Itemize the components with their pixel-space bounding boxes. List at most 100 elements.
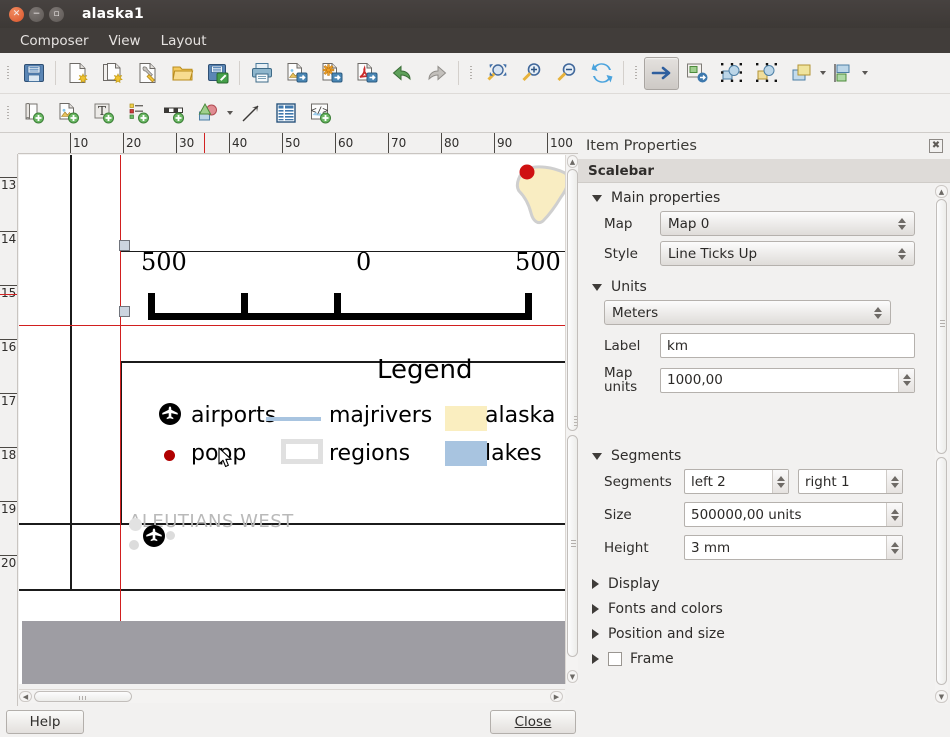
add-image-icon	[57, 101, 81, 125]
zoom-out-button[interactable]	[549, 57, 584, 90]
units-combobox[interactable]: Meters	[604, 300, 891, 325]
chevron-updown-icon[interactable]	[871, 307, 885, 319]
spinner-buttons[interactable]	[886, 470, 902, 493]
save-project-button[interactable]	[16, 57, 51, 90]
section-segments[interactable]: Segments	[592, 448, 936, 464]
help-button[interactable]: Help	[6, 710, 84, 734]
section-title: Display	[608, 576, 660, 592]
label-input[interactable]: km	[660, 333, 915, 358]
section-units[interactable]: Units	[592, 279, 936, 295]
section-display[interactable]: Display	[592, 576, 936, 592]
add-label-button[interactable]: T	[86, 97, 121, 130]
add-arrow-button[interactable]	[233, 97, 268, 130]
zoom-in-button[interactable]	[514, 57, 549, 90]
add-scalebar-button[interactable]	[156, 97, 191, 130]
map-combobox[interactable]: Map 0	[660, 211, 915, 236]
spinner-buttons[interactable]	[886, 536, 902, 559]
legend-item[interactable]: Legend airports majrivers alaska	[125, 355, 565, 485]
add-shape-button[interactable]	[191, 97, 226, 130]
window-maximize-button[interactable]: ▫	[49, 7, 64, 22]
segments-left-spinbox[interactable]: left 2	[684, 469, 789, 494]
zoom-full-button[interactable]	[479, 57, 514, 90]
chevron-right-icon[interactable]	[592, 579, 599, 589]
chevron-down-icon[interactable]	[592, 284, 602, 291]
legend-label-regions: regions	[329, 441, 410, 466]
group-items-button[interactable]	[714, 57, 749, 90]
move-item-content-button[interactable]	[679, 57, 714, 90]
add-legend-button[interactable]	[121, 97, 156, 130]
composer-page[interactable]: 500 0 500 Legend	[19, 155, 565, 684]
window-minimize-button[interactable]: −	[29, 7, 44, 22]
scrollbar-thumb[interactable]	[34, 691, 132, 702]
dock-vertical-scrollbar[interactable]: ▲ ▼	[935, 185, 948, 704]
add-new-map-button[interactable]	[16, 97, 51, 130]
duplicate-composer-button[interactable]	[95, 57, 130, 90]
add-html-frame-button[interactable]: </>	[303, 97, 338, 130]
floppy-pencil-icon	[206, 61, 230, 85]
toolbar-grip[interactable]	[632, 62, 641, 84]
scrollbar-thumb[interactable]	[936, 457, 947, 685]
segments-right-spinbox[interactable]: right 1	[798, 469, 903, 494]
chevron-down-icon[interactable]	[592, 195, 602, 202]
toolbar-grip[interactable]	[4, 102, 13, 124]
redo-button[interactable]	[419, 57, 454, 90]
export-as-pdf-button[interactable]	[349, 57, 384, 90]
align-items-button[interactable]	[826, 57, 861, 90]
map-units-spinbox[interactable]: 1000,00	[660, 368, 915, 393]
scroll-up-arrow[interactable]: ▲	[935, 185, 948, 198]
section-fonts-and-colors[interactable]: Fonts and colors	[592, 601, 936, 617]
scalebar-tick	[148, 293, 155, 315]
section-main-properties[interactable]: Main properties	[592, 190, 936, 206]
scrollbar-thumb-upper[interactable]	[936, 199, 947, 454]
spinner-buttons[interactable]	[898, 369, 914, 392]
scalebar-item[interactable]: 500 0 500	[123, 248, 541, 328]
window-close-button[interactable]: ✕	[9, 7, 24, 22]
chevron-updown-icon[interactable]	[895, 248, 909, 260]
selection-handle-bottom-left[interactable]	[119, 306, 130, 317]
selection-handle-top-left[interactable]	[119, 240, 130, 251]
composer-manager-button[interactable]	[130, 57, 165, 90]
menu-item-view[interactable]: View	[99, 31, 151, 51]
frame-checkbox[interactable]	[608, 652, 622, 666]
size-spinbox[interactable]: 500000,00 units	[684, 502, 903, 527]
chevron-right-icon[interactable]	[592, 629, 599, 639]
export-as-svg-button[interactable]	[314, 57, 349, 90]
height-spinbox[interactable]: 3 mm	[684, 535, 903, 560]
style-combobox[interactable]: Line Ticks Up	[660, 241, 915, 266]
spinner-buttons[interactable]	[772, 470, 788, 493]
map-frame-left-edge	[70, 155, 72, 591]
save-as-template-button[interactable]	[200, 57, 235, 90]
canvas-horizontal-scrollbar[interactable]: ◀ ▶	[19, 689, 565, 703]
menu-item-composer[interactable]: Composer	[10, 31, 99, 51]
section-position-and-size[interactable]: Position and size	[592, 626, 936, 642]
scroll-left-arrow[interactable]: ◀	[19, 691, 32, 702]
section-frame[interactable]: Frame	[592, 651, 936, 667]
add-image-button[interactable]	[51, 97, 86, 130]
ungroup-items-button[interactable]	[749, 57, 784, 90]
print-button[interactable]	[244, 57, 279, 90]
add-attribute-table-button[interactable]	[268, 97, 303, 130]
toolbar-grip[interactable]	[467, 62, 476, 84]
raise-items-button[interactable]	[784, 57, 819, 90]
scroll-down-arrow[interactable]: ▼	[935, 690, 948, 703]
close-icon[interactable]: ✖	[929, 139, 943, 153]
chevron-updown-icon[interactable]	[895, 218, 909, 230]
refresh-view-button[interactable]	[584, 57, 619, 90]
new-composer-button[interactable]	[60, 57, 95, 90]
close-button[interactable]: Close	[490, 710, 576, 734]
spinner-buttons[interactable]	[886, 503, 902, 526]
chevron-right-icon[interactable]	[592, 654, 599, 664]
scroll-right-arrow[interactable]: ▶	[550, 691, 563, 702]
load-from-template-button[interactable]	[165, 57, 200, 90]
composer-page-view[interactable]: 500 0 500 Legend	[19, 155, 565, 684]
export-as-image-button[interactable]	[279, 57, 314, 90]
label-label: Label	[604, 338, 660, 354]
page-grey-band	[22, 621, 565, 684]
chevron-down-icon[interactable]	[592, 453, 602, 460]
select-move-item-button[interactable]	[644, 57, 679, 90]
chevron-right-icon[interactable]	[592, 604, 599, 614]
undo-button[interactable]	[384, 57, 419, 90]
menu-item-layout[interactable]: Layout	[151, 31, 217, 51]
align-items-dropdown-icon[interactable]	[862, 71, 868, 75]
toolbar-grip[interactable]	[4, 62, 13, 84]
